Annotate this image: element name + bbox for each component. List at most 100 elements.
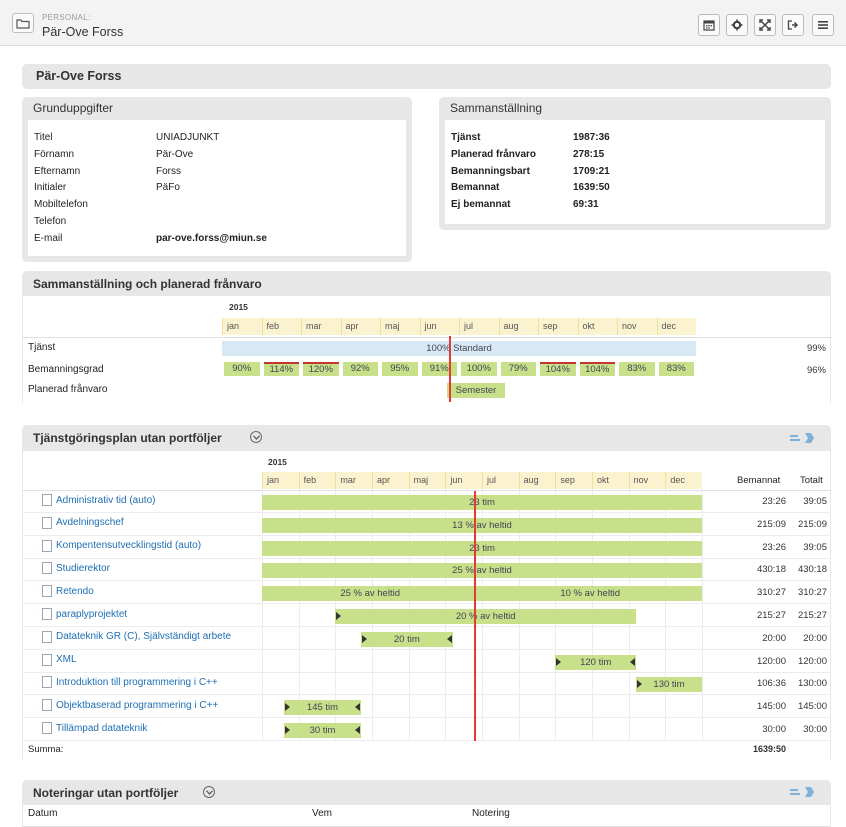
plan-row-name: Tillämpad datateknik <box>56 722 148 734</box>
folder-icon[interactable] <box>12 13 34 33</box>
plan-bar: 23 tim <box>262 495 702 510</box>
plan-totalt: 30:00 <box>803 724 827 735</box>
month-jun: jun <box>419 318 459 335</box>
planfr-year: 2015 <box>229 302 248 312</box>
profile-title-bar: Pär-Ove Forss <box>22 64 831 89</box>
notes-header-row <box>22 805 831 827</box>
plan-row-link[interactable]: Introduktion till programmering i C++ <box>42 676 218 689</box>
plan-row-name: Retendo <box>56 585 94 597</box>
document-icon <box>42 562 52 575</box>
bem-cell: 79% <box>500 362 536 376</box>
plan-totalt: 310:27 <box>797 587 827 599</box>
calendar-icon[interactable] <box>698 14 720 36</box>
grund-value: Forss <box>156 165 181 177</box>
col-bemannat: Bemannat <box>737 475 781 486</box>
plan-row-link[interactable]: XML <box>42 653 77 666</box>
plan-row-link[interactable]: Avdelningschef <box>42 516 124 529</box>
gear-icon[interactable] <box>726 14 748 36</box>
plan-bar: 13 % av heltid <box>262 517 702 533</box>
samman-value: 1639:50 <box>573 182 610 194</box>
bar-start-arrow <box>556 657 562 666</box>
plan-row-link[interactable]: Objektbaserad programmering i C++ <box>42 699 218 712</box>
samman-label: Bemanningsbart <box>451 165 530 177</box>
plan-month-jun: jun <box>445 472 482 489</box>
plan-bar: 120 tim <box>555 654 636 670</box>
menu-icon[interactable] <box>812 14 834 36</box>
grund-value: par-ove.forss@miun.se <box>156 232 267 244</box>
plan-row-link[interactable]: Studierektor <box>42 562 110 575</box>
row-line <box>22 671 831 673</box>
plan-month-mar: mar <box>335 472 372 489</box>
plan-bar: 23 tim <box>262 540 702 556</box>
notes-collapse-icon[interactable] <box>203 786 215 798</box>
plan-totalt: 430:18 <box>797 564 827 576</box>
notes-col-datum[interactable]: Datum <box>28 808 57 819</box>
month-jan: jan <box>222 318 262 335</box>
bem-cell: 92% <box>342 362 378 376</box>
tjplan-year: 2015 <box>268 457 287 467</box>
bem-cell: 104% <box>579 362 615 376</box>
row-line <box>22 740 831 741</box>
samman-label: Planerad frånvaro <box>451 148 537 160</box>
bem-cell: 120% <box>303 362 339 376</box>
row-line <box>22 717 831 719</box>
plan-row-link[interactable]: Administrativ tid (auto) <box>42 494 155 506</box>
plan-row-name: Introduktion till programmering i C++ <box>56 676 218 688</box>
plan-bemannat: 23:26 <box>762 496 786 507</box>
plan-bemannat: 430:18 <box>756 564 786 576</box>
row-line <box>22 626 831 627</box>
month-mar: mar <box>301 318 341 335</box>
planfr-title: Sammanställning och planerad frånvaro <box>33 277 262 291</box>
samman-title: Sammanställning <box>450 101 543 115</box>
plan-month-maj: maj <box>408 472 446 489</box>
plan-bar: 145 tim <box>284 700 361 716</box>
plan-totalt: 215:27 <box>797 610 827 621</box>
document-icon <box>42 676 52 689</box>
tjanst-total: 99% <box>806 343 826 354</box>
plan-bemannat: 30:00 <box>762 724 786 735</box>
summa-label: Summa: <box>28 744 64 755</box>
plan-bar: 130 tim <box>636 677 702 693</box>
document-icon <box>42 585 52 598</box>
grund-value: PäFo <box>156 182 180 194</box>
franvaro-label: Planerad frånvaro <box>28 384 108 395</box>
notes-sort-icon[interactable] <box>788 785 818 803</box>
sort-icon[interactable] <box>788 431 818 449</box>
bem-cell: 114% <box>263 362 299 376</box>
plan-row-name: XML <box>56 654 77 666</box>
expand-icon[interactable] <box>754 14 776 36</box>
notes-col-notering[interactable]: Notering <box>472 808 510 819</box>
bar-end-arrow <box>355 703 360 712</box>
tjplan-title-bar: Tjänstgöringsplan utan portföljer <box>22 425 831 451</box>
plan-row-link[interactable]: Kompentensutvecklingstid (auto) <box>42 539 201 552</box>
month-sep: sep <box>538 318 578 335</box>
plan-row-link[interactable]: Tillämpad datateknik <box>42 722 147 734</box>
row-line <box>22 648 831 650</box>
bar-start-arrow <box>336 612 342 620</box>
notes-col-vem[interactable]: Vem <box>312 808 332 819</box>
samman-label: Tjänst <box>451 132 481 143</box>
month-okt: okt <box>577 318 617 335</box>
row-line <box>22 603 831 605</box>
tjplan-header-line <box>22 490 831 491</box>
document-icon <box>42 539 52 552</box>
grund-label: Titel <box>34 132 53 143</box>
document-icon <box>42 699 52 712</box>
bar-start-arrow <box>285 726 290 734</box>
plan-bar: 20 tim <box>361 631 453 647</box>
plan-bemannat: 106:36 <box>756 678 786 690</box>
samman-title-bar: Sammanställning <box>439 97 831 120</box>
plan-bemannat: 120:00 <box>756 655 786 667</box>
month-dec: dec <box>656 318 696 335</box>
exit-icon[interactable] <box>782 14 804 36</box>
document-icon <box>42 516 52 529</box>
collapse-icon[interactable] <box>250 431 262 443</box>
tjanst-bar-label: 100% Standard <box>426 343 492 354</box>
row-line <box>22 534 831 536</box>
plan-bemannat: 23:26 <box>762 541 786 553</box>
plan-row-link[interactable]: Datateknik GR (C), Självständigt arbete <box>42 630 231 643</box>
plan-bemannat: 215:27 <box>756 610 786 621</box>
bem-cell: 83% <box>619 362 655 376</box>
plan-row-link[interactable]: paraplyprojektet <box>42 608 127 620</box>
plan-row-link[interactable]: Retendo <box>42 585 94 598</box>
